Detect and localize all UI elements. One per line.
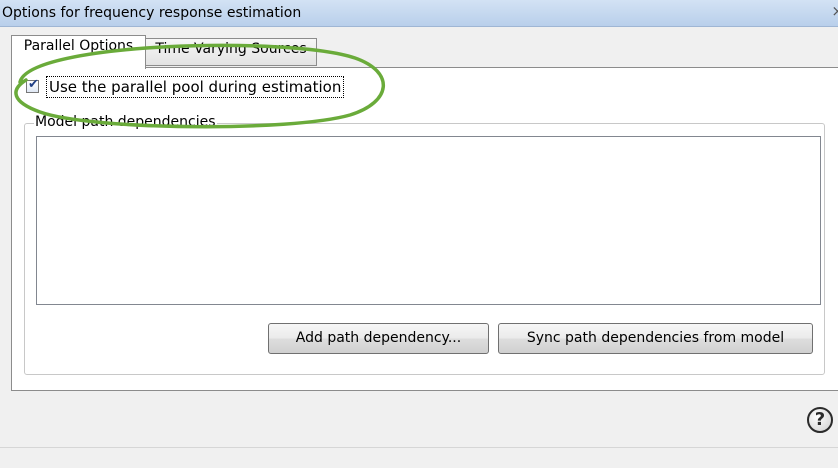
- tab-time-varying-sources[interactable]: Time Varying Sources: [146, 38, 317, 66]
- window-title: Options for frequency response estimatio…: [2, 5, 302, 21]
- title-bar: Options for frequency response estimatio…: [0, 0, 838, 27]
- sync-path-dependencies-button[interactable]: Sync path dependencies from model: [498, 323, 813, 354]
- add-path-dependency-button[interactable]: Add path dependency...: [268, 323, 489, 354]
- help-icon[interactable]: ?: [807, 407, 833, 433]
- model-path-dependencies-label: Model path dependencies: [34, 114, 217, 130]
- close-icon[interactable]: ×: [831, 2, 838, 20]
- path-dependencies-list[interactable]: [36, 136, 821, 305]
- footer-divider: [0, 447, 838, 448]
- checkmark-icon: ✔: [28, 77, 39, 92]
- tab-parallel-options[interactable]: Parallel Options: [11, 35, 146, 69]
- use-parallel-pool-label[interactable]: Use the parallel pool during estimation: [46, 76, 345, 98]
- use-parallel-pool-checkbox[interactable]: ✔: [26, 77, 39, 93]
